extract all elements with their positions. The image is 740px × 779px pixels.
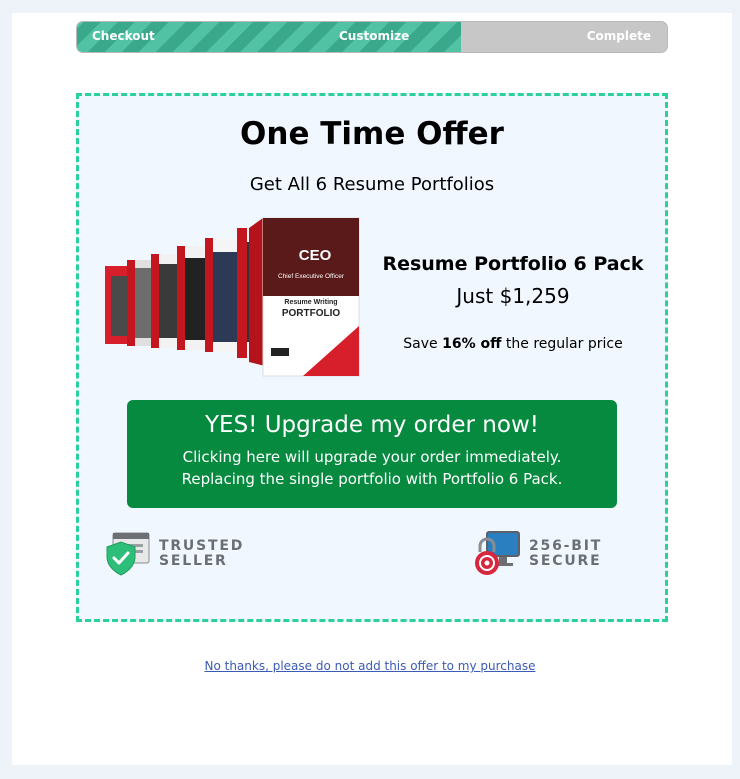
box-line2-label: PORTFOLIO [282, 308, 341, 319]
secure-line2: SECURE [529, 553, 602, 569]
save-amount: 16% off [442, 336, 502, 352]
step-customize: Customize [339, 29, 410, 43]
decline-offer-link[interactable]: No thanks, please do not add this offer … [0, 659, 740, 673]
secure-line1: 256-BIT [529, 538, 603, 554]
upgrade-order-button[interactable]: YES! Upgrade my order now! Clicking here… [127, 400, 617, 508]
lock-monitor-icon [475, 531, 520, 575]
portfolio-box-5 [205, 238, 237, 352]
cta-sub-label: Clicking here will upgrade your order im… [127, 446, 617, 490]
trusted-seller-text: TRUSTED SELLER [159, 539, 244, 569]
resume-portfolio-boxes-image: CEO Chief Executive Officer Resume Writi… [105, 217, 360, 377]
cta-sub-line1: Clicking here will upgrade your order im… [182, 448, 562, 466]
checkout-progress-bar: Checkout Customize Complete [76, 21, 668, 53]
trusted-seller-badge: TRUSTED SELLER [103, 528, 244, 580]
portfolio-box-ceo: CEO Chief Executive Officer Resume Writi… [249, 217, 360, 377]
portfolio-box-1 [105, 266, 127, 344]
secure-256bit-badge: 256-BIT SECURE [473, 528, 602, 580]
trusted-line1: TRUSTED [159, 538, 245, 554]
step-complete: Complete [586, 29, 651, 43]
cta-sub-line2: Replacing the single portfolio with Port… [181, 470, 563, 488]
pack-savings: Save 16% off the regular price [369, 336, 657, 352]
trusted-line2: SELLER [159, 553, 228, 569]
shield-check-icon [106, 532, 150, 576]
offer-box: One Time Offer Get All 6 Resume Portfoli… [76, 93, 668, 622]
cta-main-label: YES! Upgrade my order now! [204, 412, 539, 438]
offer-title: One Time Offer [240, 116, 504, 152]
save-suffix: the regular price [501, 336, 623, 352]
secure-text: 256-BIT SECURE [529, 539, 602, 569]
portfolio-box-2 [127, 260, 151, 346]
box-ceo-label: CEO [299, 247, 332, 264]
step-checkout: Checkout [92, 29, 155, 43]
save-prefix: Save [403, 336, 443, 352]
box-role-label: Chief Executive Officer [278, 273, 345, 280]
pack-name: Resume Portfolio 6 Pack [382, 253, 644, 275]
box-line1-label: Resume Writing [284, 299, 337, 306]
offer-subtitle: Get All 6 Resume Portfolios [249, 174, 495, 195]
portfolio-box-3 [151, 254, 177, 348]
portfolio-box-4 [177, 246, 205, 350]
pack-price: Just $1,259 [456, 284, 570, 308]
